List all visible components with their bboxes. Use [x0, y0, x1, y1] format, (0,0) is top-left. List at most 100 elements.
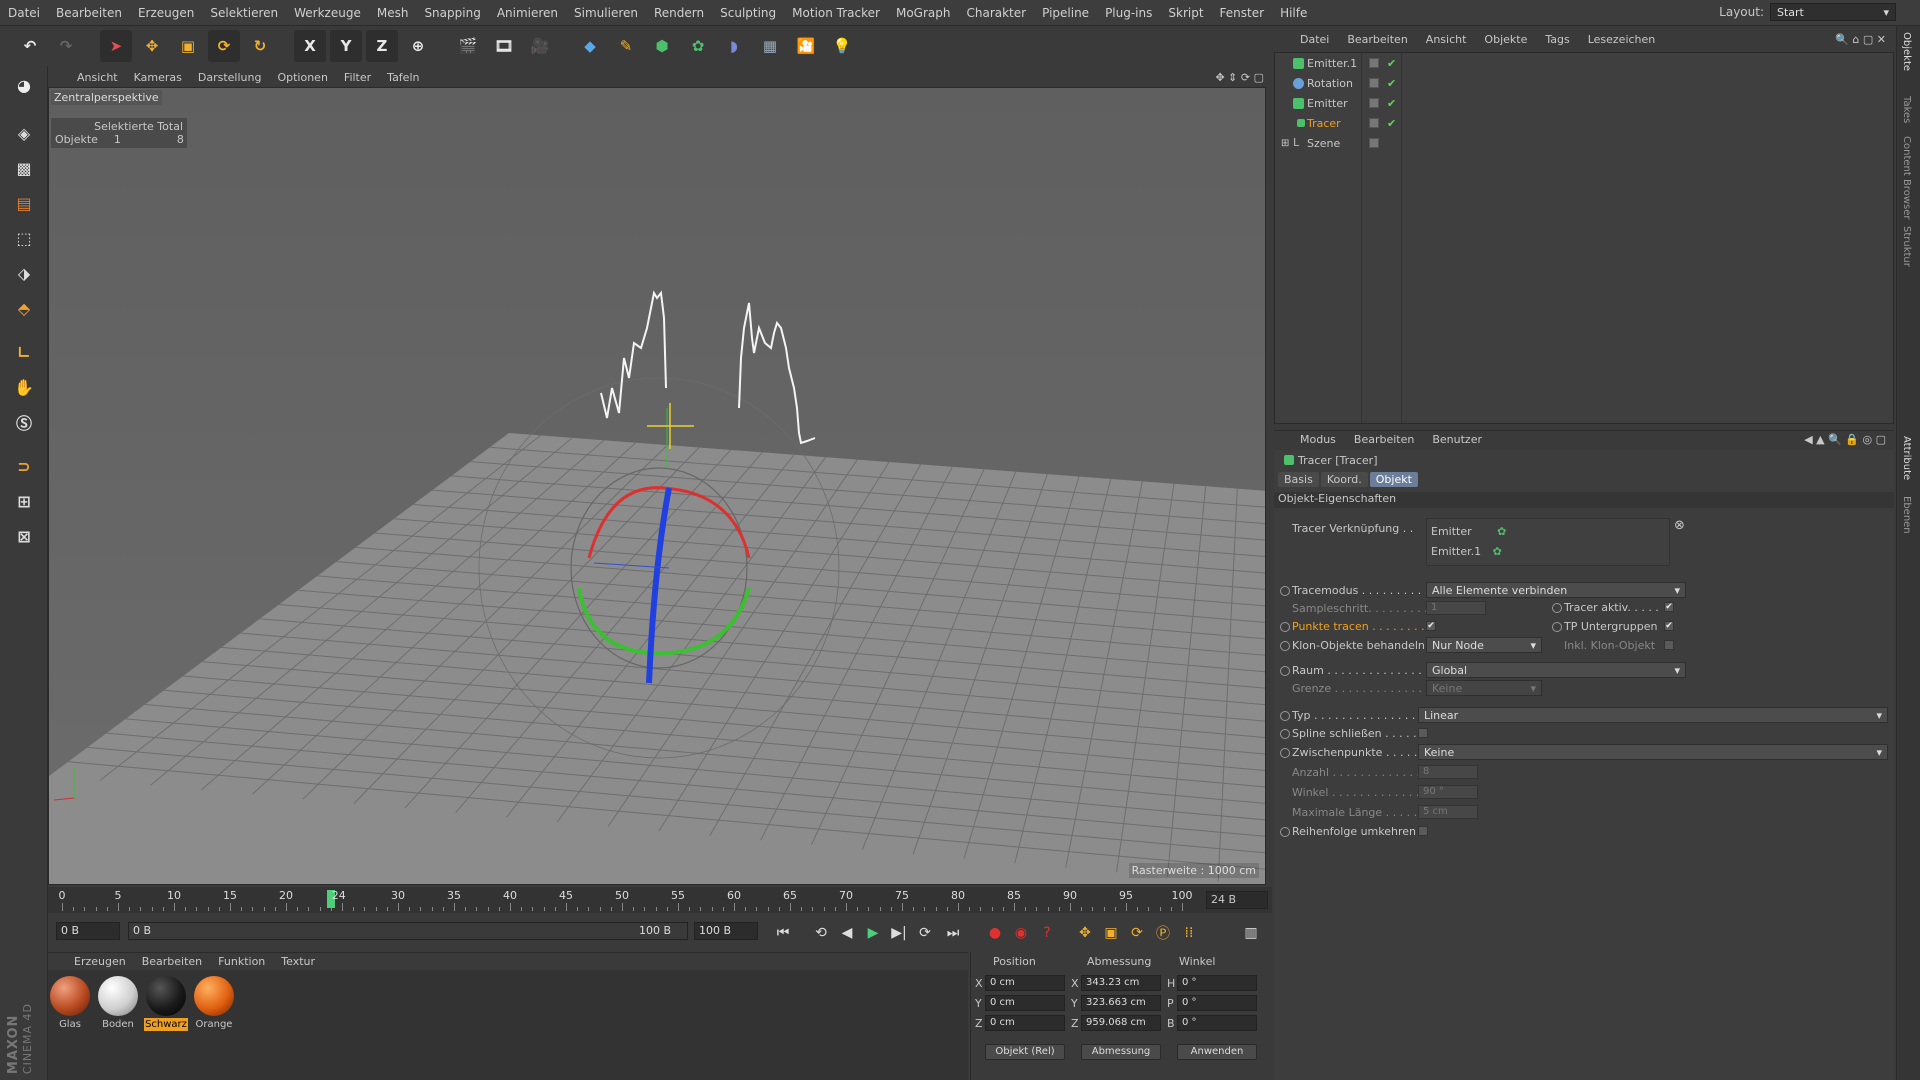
points-mode-icon[interactable]: ⬚ [7, 222, 41, 254]
end-frame-field[interactable]: 100 B [694, 922, 758, 940]
animate-radio[interactable] [1280, 641, 1290, 651]
tracer-link-list[interactable]: Emitter ✿ Emitter.1 ✿ [1426, 518, 1670, 566]
sample-field[interactable]: 1 [1426, 601, 1486, 615]
animate-radio[interactable] [1280, 666, 1290, 676]
coord-pos-z-field[interactable]: 0 cm [985, 1015, 1065, 1031]
go-to-start-icon[interactable]: ⏮ [772, 922, 794, 944]
animate-radio[interactable] [1280, 748, 1290, 758]
menu-charakter[interactable]: Charakter [958, 6, 1034, 20]
model-mode-icon[interactable]: ◈ [7, 117, 41, 149]
axis-mode-icon[interactable]: ∟ [7, 336, 41, 368]
timeline-window-icon[interactable]: ▥ [1240, 922, 1262, 944]
tracer-active-checkbox[interactable]: ✔ [1664, 602, 1674, 612]
attr-menu-benutzer[interactable]: Benutzer [1424, 433, 1490, 446]
menu-skript[interactable]: Skript [1160, 6, 1211, 20]
cube-primitive-icon[interactable]: ◆ [574, 30, 606, 62]
max-length-field[interactable]: 5 cm [1418, 805, 1478, 819]
rotate-tool-icon[interactable]: ⟳ [208, 30, 240, 62]
animate-radio[interactable] [1280, 711, 1290, 721]
visibility-toggle[interactable] [1369, 118, 1379, 128]
spline-pen-icon[interactable]: ✎ [610, 30, 642, 62]
record-keys-icon[interactable]: ● [984, 922, 1006, 944]
coord-ang-b-field[interactable]: 0 ° [1177, 1015, 1257, 1031]
key-parameter-icon[interactable]: Ⓟ [1152, 922, 1174, 944]
planar-workplane-icon[interactable]: ⊠ [7, 520, 41, 552]
viewport-menu-darstellung[interactable]: Darstellung [191, 71, 269, 84]
animate-radio[interactable] [1280, 622, 1290, 632]
animate-radio[interactable] [1280, 827, 1290, 837]
coord-ang-h-field[interactable]: 0 ° [1177, 975, 1257, 991]
axis-z-lock-icon[interactable]: Z [366, 30, 398, 62]
menu-fenster[interactable]: Fenster [1212, 6, 1273, 20]
menu-datei[interactable]: Datei [0, 6, 48, 20]
object-row-emitter-1[interactable]: Emitter.1 ✔ [1275, 53, 1895, 73]
next-key-icon[interactable]: ⟳ [914, 922, 936, 944]
enabled-check-icon[interactable]: ✔ [1387, 97, 1396, 110]
render-settings-icon[interactable]: 🎥 [524, 30, 556, 62]
timeline[interactable]: 0 5 10 15 20 24 30 35 40 45 50 55 60 65 70 75 80 85 90 95 10… [48, 887, 1272, 913]
visibility-toggle[interactable] [1369, 78, 1379, 88]
render-picture-viewer-icon[interactable]: 🎞 [488, 30, 520, 62]
next-frame-icon[interactable]: ▶| [888, 922, 910, 944]
side-tab-content-browser[interactable]: Content Browser [1901, 136, 1912, 219]
punkte-tracen-checkbox[interactable]: ✔ [1426, 621, 1436, 631]
object-menu-datei[interactable]: Datei [1292, 33, 1337, 46]
material-menu-erzeugen[interactable]: Erzeugen [68, 955, 132, 968]
snap-icon[interactable]: Ⓢ [7, 406, 41, 438]
material-boden[interactable]: Boden [96, 976, 140, 1031]
edges-mode-icon[interactable]: ⬗ [7, 257, 41, 289]
coord-dim-z-field[interactable]: 959.068 cm [1081, 1015, 1161, 1031]
object-row-emitter[interactable]: Emitter ✔ [1275, 93, 1895, 113]
coord-mode-select[interactable]: Objekt (Rel) [985, 1044, 1065, 1060]
menu-selektieren[interactable]: Selektieren [202, 6, 286, 20]
attr-menu-modus[interactable]: Modus [1292, 433, 1344, 446]
menu-mesh[interactable]: Mesh [369, 6, 417, 20]
object-menu-bearbeiten[interactable]: Bearbeiten [1339, 33, 1415, 46]
menu-snapping[interactable]: Snapping [416, 6, 488, 20]
object-row-rotation[interactable]: Rotation ✔ [1275, 73, 1895, 93]
menu-bearbeiten[interactable]: Bearbeiten [48, 6, 130, 20]
tracemodus-select[interactable]: Alle Elemente verbinden ▾ [1426, 582, 1686, 598]
coord-pos-x-field[interactable]: 0 cm [985, 975, 1065, 991]
camera-icon[interactable]: 🎦 [790, 30, 822, 62]
coord-ang-p-field[interactable]: 0 ° [1177, 995, 1257, 1011]
deformer-icon[interactable]: ◗ [718, 30, 750, 62]
subdivision-surface-icon[interactable]: ⬢ [646, 30, 678, 62]
side-tab-takes[interactable]: Takes [1901, 96, 1912, 123]
mograph-cloner-icon[interactable]: ✿ [682, 30, 714, 62]
coord-pos-y-field[interactable]: 0 cm [985, 995, 1065, 1011]
timeline-ruler[interactable]: 0 5 10 15 20 24 30 35 40 45 50 55 60 65 70 75 80 85 90 95 10… [58, 887, 1198, 913]
enabled-check-icon[interactable]: ✔ [1387, 117, 1396, 130]
viewport-menu-filter[interactable]: Filter [337, 71, 378, 84]
current-frame-field[interactable]: 24 B [1206, 891, 1268, 909]
tab-objekt[interactable]: Objekt [1369, 472, 1418, 487]
side-tab-ebenen[interactable]: Ebenen [1901, 496, 1912, 534]
viewport-menu-kameras[interactable]: Kameras [127, 71, 189, 84]
material-orange[interactable]: Orange [192, 976, 236, 1031]
coord-dim-y-field[interactable]: 323.663 cm [1081, 995, 1161, 1011]
viewport-nav-icons[interactable]: ✥ ⇕ ⟳ ▢ [1215, 71, 1264, 84]
previous-key-icon[interactable]: ⟲ [810, 922, 832, 944]
viewport-menu-optionen[interactable]: Optionen [270, 71, 334, 84]
typ-select[interactable]: Linear ▾ [1418, 707, 1888, 723]
winkel-field[interactable]: 90 ° [1418, 785, 1478, 799]
side-tab-attribute[interactable]: Attribute [1901, 436, 1912, 480]
grenze-select[interactable]: Keine ▾ [1426, 680, 1542, 696]
reverse-order-checkbox[interactable] [1418, 826, 1428, 836]
object-row-tracer[interactable]: Tracer ✔ [1275, 113, 1895, 133]
menu-erzeugen[interactable]: Erzeugen [130, 6, 202, 20]
animate-radio[interactable] [1280, 729, 1290, 739]
material-menu-funktion[interactable]: Funktion [212, 955, 271, 968]
make-editable-icon[interactable]: ◕ [7, 69, 41, 101]
3d-viewport[interactable]: Zentralperspektive Selektierte Total Obj… [48, 87, 1266, 885]
key-position-icon[interactable]: ✥ [1074, 922, 1096, 944]
workplane-lock-icon[interactable]: ⊞ [7, 485, 41, 517]
spline-close-checkbox[interactable] [1418, 728, 1428, 738]
coordinate-system-icon[interactable]: ⊕ [402, 30, 434, 62]
link-item-emitter-1[interactable]: Emitter.1 ✿ [1431, 545, 1502, 558]
start-frame-field[interactable]: 0 B [56, 922, 120, 940]
keyframe-selection-icon[interactable]: ? [1036, 922, 1058, 944]
attr-menu-bearbeiten[interactable]: Bearbeiten [1346, 433, 1422, 446]
object-menu-lesezeichen[interactable]: Lesezeichen [1580, 33, 1664, 46]
light-icon[interactable]: 💡 [826, 30, 858, 62]
